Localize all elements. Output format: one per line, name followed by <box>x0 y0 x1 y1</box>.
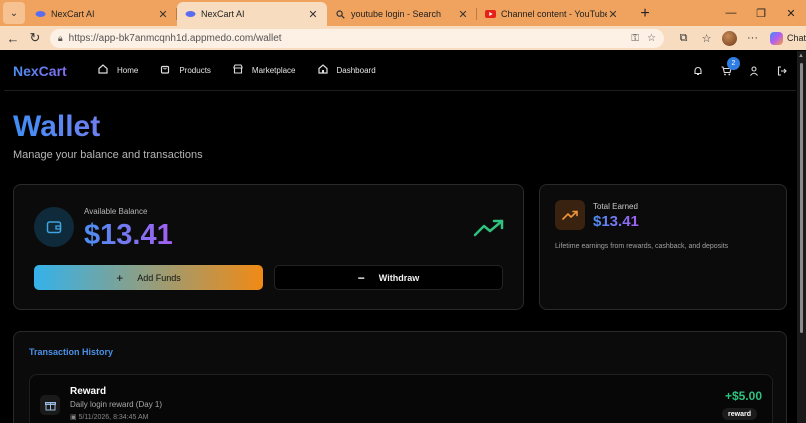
cart-icon[interactable]: 2 <box>712 57 740 76</box>
withdraw-button[interactable]: − Withdraw <box>274 265 503 290</box>
window-controls: — ❐ ✕ <box>716 0 806 26</box>
close-window-icon[interactable]: ✕ <box>776 0 806 26</box>
copilot-icon <box>770 31 783 45</box>
add-funds-label: Add Funds <box>137 272 181 283</box>
total-earned-label: Total Earned <box>593 202 638 211</box>
available-balance-label: Available Balance <box>84 207 148 216</box>
total-earned-card: Total Earned $13.41 Lifetime earnings fr… <box>539 184 787 310</box>
copilot-chat-button[interactable]: Chat <box>770 31 806 45</box>
nav-marketplace[interactable]: Marketplace <box>233 64 296 77</box>
tab-title: NexCart AI <box>51 9 95 19</box>
minus-icon: − <box>357 270 365 285</box>
transaction-row[interactable]: Reward Daily login reward (Day 1) ▣ 5/11… <box>29 374 773 423</box>
tab-title: Channel content - YouTube Studio <box>501 9 607 19</box>
browser-tab-1[interactable]: NexCart AI ✕ <box>27 2 177 26</box>
restore-window-icon[interactable]: ❐ <box>746 0 776 26</box>
transaction-history-card: Transaction History Reward Daily login r… <box>13 331 787 423</box>
nav-home-label: Home <box>117 66 139 75</box>
bag-icon <box>160 64 170 77</box>
tab-title: NexCart AI <box>201 9 245 19</box>
browser-tab-strip: ⌄ NexCart AI ✕ NexCart AI ✕ youtube logi… <box>0 0 806 26</box>
minimize-window-icon[interactable]: — <box>716 0 746 26</box>
nav-marketplace-label: Marketplace <box>251 66 296 75</box>
close-tab-icon[interactable]: ✕ <box>307 8 319 21</box>
nav-dashboard-label: Dashboard <box>336 66 376 75</box>
youtube-favicon-icon <box>485 10 496 19</box>
extensions-icon[interactable]: ⧉ <box>672 32 695 45</box>
main-nav: Home Products Marketplace Dashboard <box>98 64 398 77</box>
available-balance-amount: $13.41 <box>84 219 173 251</box>
close-tab-icon[interactable]: ✕ <box>457 8 469 21</box>
transaction-type: Reward <box>70 386 107 397</box>
browser-tab-3[interactable]: youtube login - Search ✕ <box>327 2 477 26</box>
address-url: https://app-bk7anmcqnh1d.appmedo.com/wal… <box>68 32 282 44</box>
close-tab-icon[interactable]: ✕ <box>607 8 619 21</box>
nav-products[interactable]: Products <box>160 64 211 77</box>
total-earned-description: Lifetime earnings from rewards, cashback… <box>555 243 729 250</box>
calendar-icon: ▣ <box>70 414 79 421</box>
page-scrollbar[interactable]: ▲ <box>797 51 806 423</box>
nexcart-favicon-icon <box>185 10 196 19</box>
logout-icon[interactable] <box>768 66 796 76</box>
dashboard-icon <box>317 64 328 77</box>
cart-count-badge: 2 <box>727 57 740 70</box>
transaction-description: Daily login reward (Day 1) <box>70 400 163 409</box>
store-icon <box>233 64 243 77</box>
search-favicon-icon <box>335 9 346 19</box>
home-icon <box>98 64 108 77</box>
page-subtitle: Manage your balance and transactions <box>13 149 203 161</box>
favorites-icon[interactable]: ☆ <box>695 32 718 45</box>
new-tab-button[interactable]: + <box>633 2 657 26</box>
total-earned-amount: $13.41 <box>593 213 639 230</box>
browser-tab-2[interactable]: NexCart AI ✕ <box>177 2 327 26</box>
app-navbar: NexCart Home Products Marketplace Dashbo… <box>4 51 796 91</box>
browser-tab-4[interactable]: Channel content - YouTube Studio ✕ <box>477 2 627 26</box>
profile-avatar[interactable] <box>722 30 737 46</box>
nav-actions: 2 <box>684 51 796 91</box>
nexcart-favicon-icon <box>35 10 46 19</box>
address-bar[interactable]: 🔒︎ https://app-bk7anmcqnh1d.appmedo.com/… <box>49 28 664 48</box>
refresh-button[interactable]: ↻ <box>24 27 46 49</box>
nav-products-label: Products <box>179 66 211 75</box>
scrollbar-thumb[interactable] <box>800 63 803 333</box>
wallet-icon <box>34 207 74 247</box>
tab-title: youtube login - Search <box>351 9 442 19</box>
favorite-star-icon[interactable]: ☆ <box>647 33 656 44</box>
password-key-icon[interactable]: ⚿ <box>631 33 639 44</box>
page-title: Wallet <box>13 110 101 143</box>
withdraw-label: Withdraw <box>378 272 420 283</box>
gift-icon <box>40 395 60 415</box>
close-tab-icon[interactable]: ✕ <box>157 8 169 21</box>
user-icon[interactable] <box>740 66 768 76</box>
transaction-date-text: 5/11/2026, 8:34:45 AM <box>78 414 149 421</box>
transaction-amount: +$5.00 <box>724 389 762 403</box>
browser-toolbar: ← ↻ 🔒︎ https://app-bk7anmcqnh1d.appmedo.… <box>0 26 806 50</box>
app-viewport: NexCart Home Products Marketplace Dashbo… <box>4 51 796 423</box>
app-logo[interactable]: NexCart <box>13 63 93 79</box>
trending-up-icon <box>555 200 585 230</box>
tab-actions-menu-button[interactable]: ⌄ <box>3 2 25 24</box>
transaction-history-title: Transaction History <box>29 347 114 357</box>
add-funds-button[interactable]: + Add Funds <box>34 265 263 290</box>
nav-home[interactable]: Home <box>98 64 138 77</box>
chat-label: Chat <box>787 33 806 43</box>
site-info-icon[interactable]: 🔒︎ <box>58 33 63 44</box>
plus-icon: + <box>116 270 124 285</box>
scroll-up-icon[interactable]: ▲ <box>798 53 804 59</box>
balance-card: Available Balance $13.41 + Add Funds − W… <box>13 184 524 310</box>
transaction-type-badge: reward <box>722 408 757 420</box>
transaction-date: ▣ 5/11/2026, 8:34:45 AM <box>70 413 149 421</box>
nav-dashboard[interactable]: Dashboard <box>317 64 376 77</box>
back-button[interactable]: ← <box>2 27 24 49</box>
more-options-icon[interactable]: ··· <box>741 32 764 44</box>
trending-up-icon <box>473 219 504 237</box>
bell-icon[interactable] <box>684 66 712 76</box>
